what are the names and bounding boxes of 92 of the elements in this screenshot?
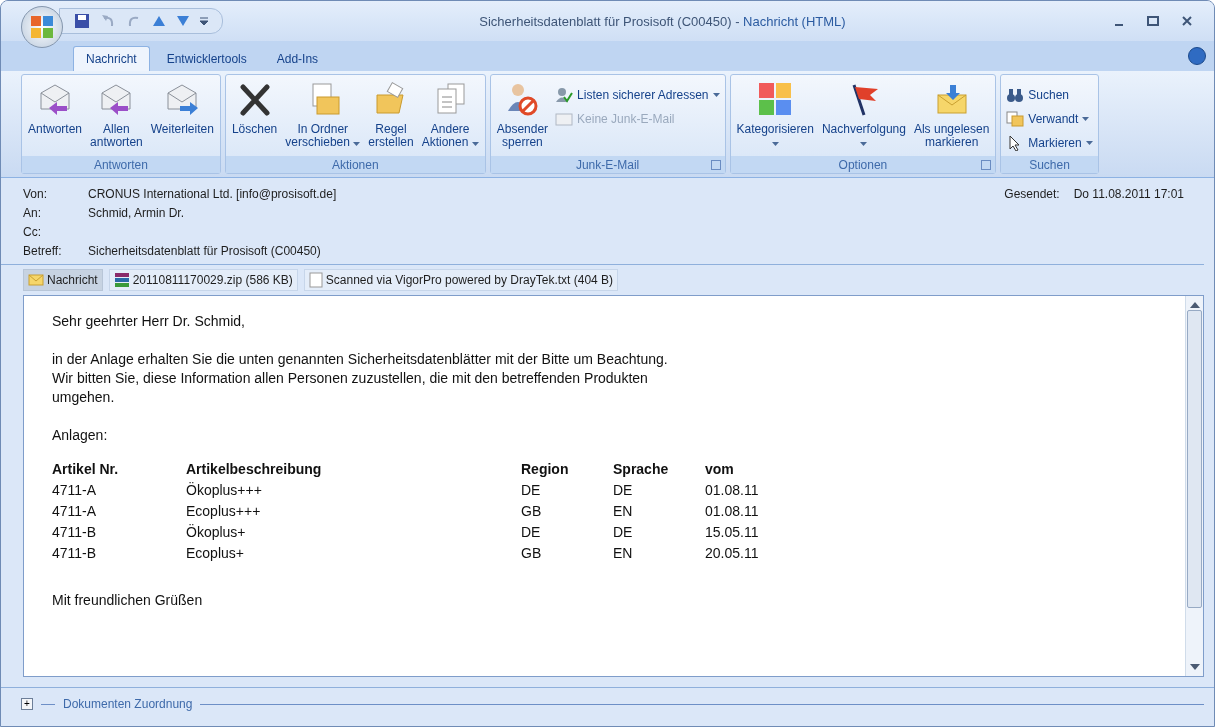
header-value: Do 11.08.2011 17:01 (1073, 186, 1184, 201)
ribbon-tab[interactable]: Entwicklertools (153, 46, 260, 71)
office-logo-icon (30, 15, 54, 39)
table-cell-text: DE (521, 482, 542, 498)
group-label: Optionen (838, 157, 888, 172)
ribbon-button[interactable]: Absender sperren (493, 79, 552, 151)
ribbon-button[interactable]: Listen sicherer Adressen (553, 85, 722, 105)
ribbon-button[interactable]: Markieren (1004, 133, 1095, 153)
table-cell-text: EN (613, 545, 634, 561)
group-label: Junk-E-Mail (575, 157, 640, 172)
ribbon-button[interactable]: Nachverfolgung (818, 79, 909, 151)
table-cell-text: Ecoplus+++ (186, 503, 262, 519)
header-label: Gesendet: (1004, 186, 1060, 201)
maximize-icon (1147, 16, 1159, 26)
dialog-launcher-icon[interactable] (710, 160, 721, 170)
column-header: Sprache (613, 461, 670, 477)
table-cell-text: Ökoplus+++ (186, 482, 263, 498)
undo-icon[interactable] (100, 13, 116, 29)
people-check-icon (555, 87, 574, 103)
group-label: Aktionen (331, 157, 379, 172)
header-label: Cc: (23, 224, 42, 239)
color-grid-icon (757, 81, 794, 117)
table-cell-text: 4711-B (52, 524, 98, 540)
ribbon-button[interactable]: Kategorisieren (733, 79, 817, 151)
body-text: Anlagen: (52, 426, 109, 445)
table-cell-text: 4711-A (52, 482, 98, 498)
body-text: in der Anlage erhalten Sie die unten genannten Sicherheitsdatenblätter mit der Bitte um Beachtung. (52, 350, 669, 369)
column-header: Region (521, 461, 570, 477)
ribbon-button[interactable]: Suchen (1004, 85, 1095, 105)
attachment[interactable]: Scanned via VigorPro powered by DrayTek.txt (404 B) (303, 269, 619, 291)
table-cell-text: Ecoplus+ (186, 545, 245, 561)
body-text: Wir bitten Sie, diese Information allen Personen zuzustellen, die mit den betreffenden Produkten (52, 369, 649, 388)
up-arrow-icon[interactable] (152, 15, 166, 27)
table-cell-text: DE (521, 524, 542, 540)
ribbon-button[interactable]: In Ordner verschieben (282, 79, 364, 151)
closing: Mit freundlichen Grüßen (52, 591, 204, 610)
dialog-launcher-icon[interactable] (981, 160, 992, 170)
section-title: Dokumenten Zuordnung (63, 697, 193, 711)
column-header: Artikelbeschreibung (186, 461, 323, 477)
header-value: Schmid, Armin Dr. (88, 205, 186, 220)
header-label: Betreff: (23, 243, 63, 258)
column-header: Artikel Nr. (52, 461, 120, 477)
table-cell-text: EN (613, 503, 634, 519)
table-cell-text: GB (521, 545, 543, 561)
table-cell-text: Ökoplus+ (186, 524, 247, 540)
attachment[interactable]: 20110811170029.zip (586 KB) (108, 269, 298, 291)
table-cell-text: 20.05.11 (705, 545, 760, 561)
help-icon[interactable] (1188, 47, 1206, 65)
scroll-down-icon[interactable] (1189, 664, 1200, 670)
scrollbar[interactable] (1185, 296, 1203, 676)
customize-caret-icon[interactable] (200, 17, 208, 25)
table-cell-text: 01.08.11 (705, 503, 760, 519)
body-text: umgehen. (52, 388, 116, 407)
close-icon (1181, 15, 1193, 27)
ribbon-button[interactable]: Als ungelesen markieren (910, 79, 993, 151)
office-button[interactable] (21, 6, 63, 48)
scroll-up-icon[interactable] (1189, 302, 1200, 308)
text-file-icon (308, 272, 323, 288)
table-cell-text: 4711-B (52, 545, 98, 561)
header-label: An: (23, 205, 42, 220)
ribbon-tab[interactable]: Nachricht (73, 46, 150, 71)
group-label: Suchen (1029, 157, 1070, 172)
ribbon-button[interactable]: Verwandt (1004, 109, 1095, 129)
expand-button[interactable]: + (21, 698, 33, 710)
save-icon[interactable] (74, 13, 90, 29)
ribbon-tab[interactable]: Add-Ins (263, 46, 332, 71)
ribbon-button[interactable]: Allen antworten (87, 79, 146, 151)
archive-icon (113, 272, 130, 288)
down-arrow-icon[interactable] (176, 15, 190, 27)
documents-icon (1006, 111, 1025, 127)
ribbon-button[interactable]: Antworten (25, 79, 86, 138)
greeting: Sehr geehrter Herr Dr. Schmid, (52, 312, 246, 331)
column-header: vom (705, 461, 735, 477)
ribbon-button[interactable]: Regel erstellen (365, 79, 417, 151)
table-cell-text: GB (521, 503, 543, 519)
group-label: Antworten (93, 157, 148, 172)
window-title: Sicherheitsdatenblatt für Prosisoft (C00450) - Nachricht (HTML) (478, 13, 847, 29)
binoculars-icon (1006, 87, 1025, 103)
ribbon-button[interactable]: Weiterleiten (147, 79, 217, 138)
scroll-thumb[interactable] (1187, 310, 1202, 608)
header-value: Sicherheitsdatenblatt für Prosisoft (C00450) (88, 243, 322, 258)
table-cell-text: 01.08.11 (705, 482, 760, 498)
minimize-icon (1115, 24, 1123, 26)
table-cell-text: 4711-A (52, 503, 98, 519)
attachment[interactable]: Nachricht (23, 269, 103, 291)
header-value: CRONUS International Ltd. [info@prosisoft.de] (88, 186, 338, 201)
ribbon-button[interactable]: Löschen (228, 79, 281, 138)
table-cell-text: 15.05.11 (705, 524, 760, 540)
header-label: Von: (23, 186, 49, 201)
ribbon-button[interactable]: Andere Aktionen (418, 79, 482, 151)
table-cell-text: DE (613, 482, 634, 498)
table-cell-text: DE (613, 524, 634, 540)
